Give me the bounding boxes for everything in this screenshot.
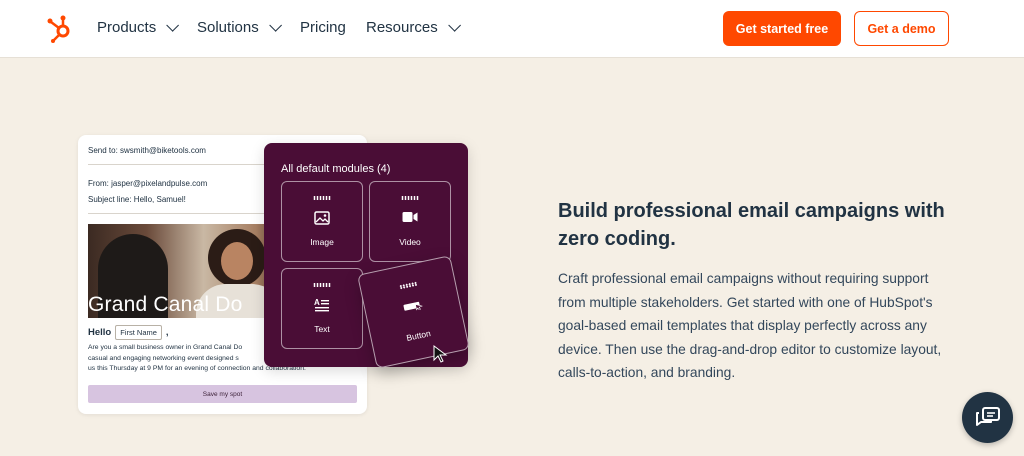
modules-panel-title: All default modules (4) — [281, 163, 391, 175]
nav-resources[interactable]: Resources — [366, 19, 461, 36]
photo-face — [221, 242, 253, 280]
nav-products[interactable]: Products — [97, 19, 180, 36]
nav-pricing-label: Pricing — [300, 19, 346, 36]
chat-launcher-button[interactable] — [962, 392, 1013, 443]
get-started-free-button[interactable]: Get started free — [723, 11, 841, 46]
nav-pricing[interactable]: Pricing — [300, 19, 346, 36]
email-subject: Subject line: Hello, Samuel! — [88, 195, 186, 204]
module-label: Image — [310, 237, 334, 247]
chevron-down-icon — [166, 19, 180, 32]
drag-handle-icon — [313, 196, 331, 200]
email-from: From: jasper@pixelandpulse.com — [88, 179, 208, 188]
top-nav: Products Solutions Pricing Resources Get… — [0, 0, 1024, 58]
email-greeting: Hello First Name , — [88, 325, 169, 340]
save-my-spot-button: Save my spot — [88, 385, 357, 403]
chevron-down-icon — [447, 19, 461, 32]
nav-products-label: Products — [97, 19, 157, 36]
personalization-token: First Name — [115, 325, 162, 340]
video-camera-icon — [402, 212, 418, 222]
drag-handle-icon — [398, 281, 418, 290]
button-cursor-icon — [403, 301, 423, 311]
nav-solutions-label: Solutions — [197, 19, 259, 36]
module-label: Text — [314, 324, 330, 334]
email-image-headline: Grand Canal Do — [88, 293, 243, 316]
nav-resources-label: Resources — [366, 19, 438, 36]
module-label: Video — [399, 237, 421, 247]
module-label: Button — [405, 328, 432, 343]
chat-bubbles-icon — [975, 406, 1000, 426]
greeting-punct: , — [165, 327, 169, 338]
module-button[interactable]: Button — [357, 255, 470, 369]
svg-text:A: A — [314, 298, 320, 307]
module-text[interactable]: A Text — [281, 268, 363, 349]
image-icon — [314, 211, 330, 225]
email-send-to: Send to: swsmith@biketools.com — [88, 146, 206, 155]
chevron-down-icon — [268, 19, 282, 32]
get-a-demo-button[interactable]: Get a demo — [854, 11, 949, 46]
text-block-icon: A — [314, 298, 329, 312]
mouse-pointer-icon — [433, 345, 448, 363]
hubspot-logo-icon[interactable] — [46, 13, 74, 43]
feature-description: Craft professional email campaigns witho… — [558, 271, 942, 381]
nav-solutions[interactable]: Solutions — [197, 19, 282, 36]
module-image[interactable]: Image — [281, 181, 363, 262]
greeting-text: Hello — [88, 327, 112, 338]
feature-heading: Build professional email campaigns with … — [558, 200, 945, 250]
drag-handle-icon — [401, 196, 419, 200]
module-video[interactable]: Video — [369, 181, 451, 262]
drag-handle-icon — [313, 283, 331, 287]
